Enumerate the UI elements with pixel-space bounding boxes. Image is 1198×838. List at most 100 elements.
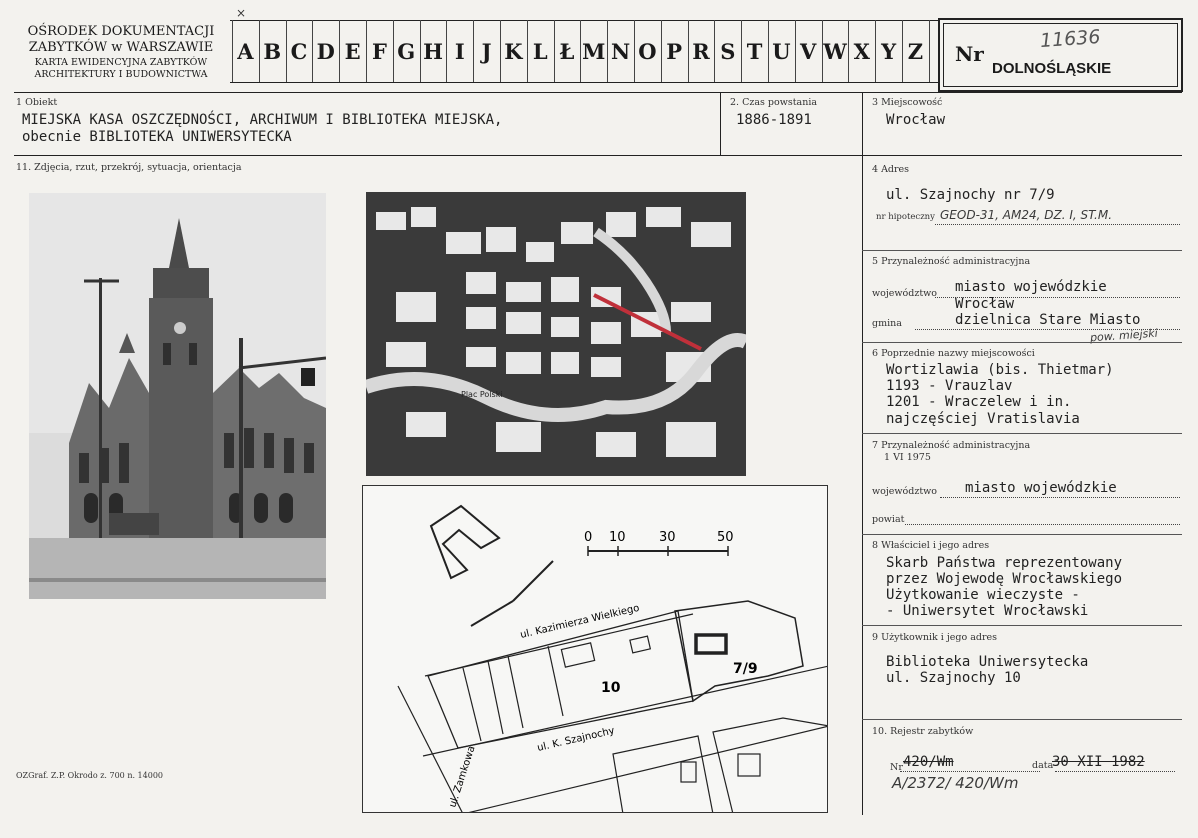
wlasciciel-line-4: - Uniwersytet Wrocławski [886, 603, 1089, 619]
index-letter: P [666, 38, 683, 64]
adres-street: ul. Szajnochy nr 7/9 [886, 187, 1055, 203]
row1-divider-1 [720, 92, 721, 155]
obiekt-line-1: MIEJSKA KASA OSZCZĘDNOŚCI, ARCHIWUM I BI… [22, 112, 503, 128]
miejscowosc-value: Wrocław [886, 112, 946, 128]
print-info: OZGraf. Z.P. Okrodo z. 700 n. 14000 [16, 771, 163, 780]
row1-top-rule [14, 92, 1182, 93]
rule-after-przyn1975 [862, 534, 1182, 535]
letter-separator [928, 20, 930, 82]
czas-value: 1886-1891 [736, 112, 812, 128]
czas-label: 2. Czas powstania [730, 97, 818, 108]
przynaleznosc-woj-value: miasto wojewódzkie [955, 279, 1107, 295]
index-letter: V [800, 38, 817, 64]
index-letter: B [263, 38, 282, 64]
building-photo-image [29, 193, 326, 599]
obiekt-line-2: obecnie BIBLIOTEKA UNIWERSYTECKA [22, 129, 292, 145]
przynaleznosc-label: 5 Przynależność administracyjna [872, 256, 1031, 267]
hipoteczny-label: nr hipoteczny [876, 212, 935, 222]
index-letter: W [823, 38, 847, 64]
index-letter: O [638, 38, 657, 64]
rule-after-wlasciciel [862, 625, 1182, 626]
przyn1975-powiat-underline [905, 524, 1180, 525]
scale-label-0: 0 [584, 530, 592, 545]
rejestr-label: 10. Rejestr zabytków [872, 726, 974, 737]
index-letter: J [481, 38, 492, 64]
rule-after-nazwy [862, 433, 1182, 434]
lot-10-label: 10 [601, 680, 621, 696]
index-letter: Y [881, 38, 897, 64]
index-letter: L [532, 38, 548, 64]
building-photo [29, 193, 326, 599]
wlasciciel-line-1: Skarb Państwa reprezentowany [886, 555, 1123, 571]
index-letter: K [504, 38, 523, 64]
index-letter: D [316, 38, 335, 64]
index-letter: X [853, 38, 870, 64]
nazwy-line-1: Wortizlawia (bis. Thietmar) [886, 362, 1114, 378]
rule-after-uzytkownik [862, 719, 1182, 720]
index-letter: S [720, 38, 736, 64]
adres-label: 4 Adres [872, 164, 910, 175]
voivodeship-stamp: DOLNOŚLĄSKIE [992, 60, 1112, 77]
przynaleznosc-gmina-value: dzielnica Stare Miasto [955, 312, 1141, 328]
site-plan: 0 10 30 50 ul. Kazimierza Wielkiego ul. … [362, 485, 828, 813]
index-letter: Z [907, 38, 924, 64]
main-vertical-divider [862, 155, 863, 815]
nazwy-line-2: 1193 - Vrauzlav [886, 378, 1013, 394]
przyn1975-label-2: 1 VI 1975 [884, 452, 931, 463]
nr-label: Nr [955, 42, 984, 66]
przyn1975-woj-value: miasto wojewódzkie [965, 480, 1117, 496]
uzytkownik-line-2: ul. Szajnochy 10 [886, 670, 1021, 686]
street-kazimierza-label: ul. Kazimierza Wielkiego [519, 603, 640, 641]
scale-label-10: 10 [609, 530, 626, 545]
org-line-4: ARCHITEKTURY I BUDOWNICTWA [34, 69, 208, 80]
rejestr-hand: A/2372/ 420/Wm [892, 774, 1019, 792]
index-letter: U [772, 38, 791, 64]
org-line-1: OŚRODEK DOKUMENTACJI [27, 24, 215, 39]
rejestr-date-underline [1055, 771, 1175, 772]
row1-divider-2 [862, 92, 863, 155]
rule-after-adres [862, 250, 1182, 251]
index-letter: N [610, 38, 631, 64]
scale-label-30: 30 [659, 530, 676, 545]
rejestr-date-value: 30 XII 1982 [1052, 754, 1145, 770]
hipoteczny-value: GEOD-31, AM24, DZ. I, ST.M. [940, 208, 1113, 222]
obiekt-label: 1 Obiekt [16, 97, 58, 108]
letters-bottom-rule [230, 82, 938, 83]
przyn1975-woj-label: województwo [872, 486, 938, 497]
index-letter: M [582, 38, 606, 64]
wlasciciel-line-2: przez Wojewodę Wrocławskiego [886, 571, 1123, 587]
nazwy-line-3: 1201 - Wraczelew i in. [886, 394, 1072, 410]
index-letter: Ł [559, 38, 575, 64]
site-plan-drawing: 0 10 30 50 ul. Kazimierza Wielkiego ul. … [397, 504, 827, 812]
przynaleznosc-woj-value-2: Wrocław [955, 296, 1015, 312]
index-letter: I [454, 38, 465, 64]
scale-label-50: 50 [717, 530, 734, 545]
przyn1975-woj-underline [940, 497, 1180, 498]
rejestr-nr-value: 420/Wm [903, 754, 954, 770]
przynaleznosc-woj-label: województwo [872, 288, 938, 299]
lot-7-9-label: 7/9 [733, 661, 758, 677]
city-map: Plac Polski [366, 192, 746, 476]
index-letter: G [397, 38, 416, 64]
przyn1975-label: 7 Przynależność administracyjna [872, 440, 1031, 451]
nr-handwritten: 11636 [1039, 25, 1102, 53]
index-letter: R [692, 38, 710, 64]
city-map-image: Plac Polski [366, 192, 746, 476]
rejestr-date-label: data [1032, 760, 1054, 771]
index-letter: T [746, 38, 763, 64]
przynaleznosc-gmina-label: gmina [872, 318, 902, 329]
zdjecia-label: 11. Zdjęcia, rzut, przekrój, sytuacja, o… [16, 162, 242, 173]
letter-check-mark: × [236, 6, 247, 20]
miejscowosc-label: 3 Miejscowość [872, 97, 943, 108]
nazwy-line-4: najczęściej Vratislavia [886, 411, 1080, 427]
index-letter: A [237, 38, 254, 64]
org-line-3: KARTA EWIDENCYJNA ZABYTKÓW [34, 57, 208, 68]
record-card: OŚRODEK DOKUMENTACJI ZABYTKÓW w WARSZAWI… [0, 0, 1198, 838]
nazwy-label: 6 Poprzednie nazwy miejscowości [872, 348, 1035, 359]
map-place-label: Plac Polski [461, 390, 503, 399]
rejestr-nr-underline [900, 771, 1040, 772]
uzytkownik-label: 9 Użytkownik i jego adres [872, 632, 998, 643]
index-letter: F [371, 38, 387, 64]
index-letter: C [290, 38, 308, 64]
row1-bottom-rule [14, 155, 1182, 156]
